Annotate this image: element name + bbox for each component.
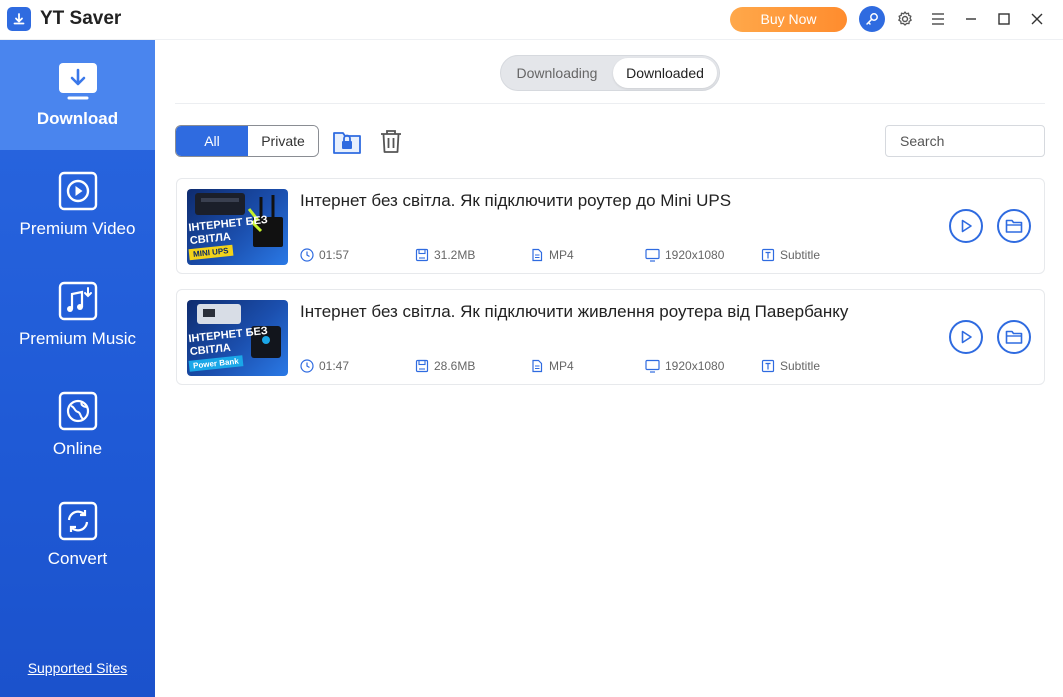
settings-gear-icon[interactable] [895,9,915,29]
filter-toggle: All Private [175,125,319,157]
duration-meta: 01:47 [300,358,349,374]
maximize-icon[interactable] [994,9,1014,29]
subtitle-meta: Subtitle [761,247,820,263]
resolution-value: 1920x1080 [665,359,725,373]
sidebar-item-label: Premium Music [18,329,137,348]
duration-meta: 01:57 [300,247,349,263]
globe-icon [57,390,99,432]
title-bar: YT Saver Buy Now [0,0,1063,40]
clock-icon [300,248,314,262]
play-circle-icon [57,170,99,212]
sidebar-item-premium-video[interactable]: Premium Video [0,150,155,260]
open-folder-button[interactable] [997,320,1031,354]
close-icon[interactable] [1027,9,1047,29]
filter-all-button[interactable]: All [176,126,248,156]
search-input[interactable] [885,125,1045,157]
video-title: Інтернет без світла. Як підключити живле… [300,302,849,321]
text-icon [761,359,775,373]
sidebar-item-label: Convert [47,549,108,568]
file-icon [532,248,543,262]
video-thumbnail: ІНТЕРНЕТ БЕЗ СВІТЛА Power Bank [187,300,288,376]
resolution-meta: 1920x1080 [645,358,724,374]
format-meta: MP4 [530,247,574,263]
duration-value: 01:47 [319,359,350,373]
music-icon [57,280,99,322]
tab-downloaded[interactable]: Downloaded [613,58,717,88]
size-value: 31.2MB [434,248,476,262]
register-key-icon[interactable] [859,6,885,32]
duration-value: 01:57 [319,248,350,262]
app-title: YT Saver [40,8,122,29]
save-disk-icon [415,359,429,373]
sidebar-item-label: Online [52,439,103,458]
sidebar-item-online[interactable]: Online [0,370,155,480]
folder-icon [1005,330,1023,344]
sidebar: Download Premium Video Premium Music Onl… [0,40,155,697]
monitor-icon [645,248,660,262]
divider [175,103,1045,104]
subtitle-meta: Subtitle [761,358,820,374]
open-folder-button[interactable] [997,209,1031,243]
format-value: MP4 [549,359,574,373]
text-icon [761,248,775,262]
download-icon [57,60,99,102]
minimize-icon[interactable] [961,9,981,29]
list-item[interactable]: ІНТЕРНЕТ БЕЗ СВІТЛА MINI UPS Інтернет бе… [176,178,1045,274]
monitor-icon [645,359,660,373]
clock-icon [300,359,314,373]
sidebar-item-download[interactable]: Download [0,40,155,150]
video-thumbnail: ІНТЕРНЕТ БЕЗ СВІТЛА MINI UPS [187,189,288,265]
format-value: MP4 [549,248,574,262]
play-icon [961,219,972,233]
supported-sites-link[interactable]: Supported Sites [0,660,155,676]
resolution-value: 1920x1080 [665,248,725,262]
menu-icon[interactable] [928,9,948,29]
sidebar-item-label: Premium Video [19,219,136,238]
size-meta: 28.6MB [415,358,475,374]
folder-icon [1005,219,1023,233]
size-value: 28.6MB [434,359,476,373]
play-button[interactable] [949,209,983,243]
sidebar-item-premium-music[interactable]: Premium Music [0,260,155,370]
video-title: Інтернет без світла. Як підключити роуте… [300,191,732,210]
tab-switcher: Downloading Downloaded [500,55,720,91]
play-icon [961,330,972,344]
buy-now-button[interactable]: Buy Now [730,7,847,32]
file-icon [532,359,543,373]
resolution-meta: 1920x1080 [645,247,724,263]
trash-icon[interactable] [377,127,405,155]
save-disk-icon [415,248,429,262]
play-button[interactable] [949,320,983,354]
convert-icon [57,500,99,542]
subtitle-value: Subtitle [780,248,821,262]
tab-downloading[interactable]: Downloading [503,58,611,88]
app-logo-icon [7,7,31,31]
sidebar-item-convert[interactable]: Convert [0,480,155,590]
list-item[interactable]: ІНТЕРНЕТ БЕЗ СВІТЛА Power Bank Інтернет … [176,289,1045,385]
sidebar-item-label: Download [36,109,119,128]
subtitle-value: Subtitle [780,359,821,373]
filter-private-button[interactable]: Private [248,126,318,156]
lock-icon[interactable] [332,126,362,156]
size-meta: 31.2MB [415,247,475,263]
format-meta: MP4 [530,358,574,374]
